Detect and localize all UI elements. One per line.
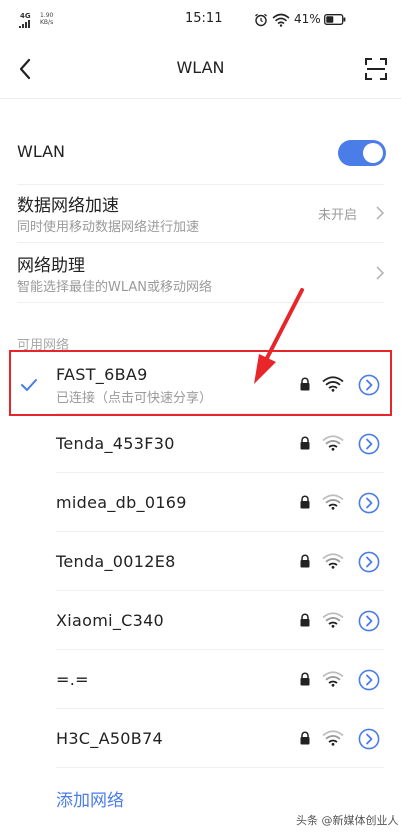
network-details-icon[interactable] <box>358 492 380 514</box>
wifi-signal-icon <box>322 612 344 628</box>
network-row[interactable]: H3C_A50B74 <box>0 709 401 767</box>
chevron-right-icon <box>376 266 385 280</box>
network-name: =.= <box>56 670 89 689</box>
wlan-toggle-label: WLAN <box>17 142 66 161</box>
wlan-toggle-switch[interactable] <box>338 140 386 166</box>
clock: 15:11 <box>185 11 223 26</box>
setting-subtitle: 智能选择最佳的WLAN或移动网络 <box>17 280 213 295</box>
wifi-signal-icon <box>322 435 344 451</box>
alarm-icon <box>255 13 267 27</box>
network-details-icon[interactable] <box>358 610 380 632</box>
wifi-signal-icon <box>322 553 344 569</box>
network-type: 4G <box>20 12 31 20</box>
network-row[interactable]: midea_db_0169 <box>0 473 401 531</box>
watermark: 头条 @新媒体创业人 <box>296 814 399 827</box>
lock-icon <box>300 672 310 686</box>
network-details-icon[interactable] <box>358 669 380 691</box>
scan-qr-icon[interactable] <box>362 55 390 83</box>
top-bar: WLAN <box>0 40 401 98</box>
setting-title: 网络助理 <box>17 256 85 276</box>
network-name: Xiaomi_C340 <box>56 611 165 630</box>
network-name: midea_db_0169 <box>56 493 187 512</box>
network-details-icon[interactable] <box>358 433 380 455</box>
lock-icon <box>300 731 310 745</box>
battery-percent: 41% <box>294 12 321 26</box>
chevron-right-icon <box>376 206 385 220</box>
wifi-signal-icon <box>322 494 344 510</box>
setting-value: 未开启 <box>318 208 358 223</box>
add-network-link[interactable]: 添加网络 <box>56 786 124 811</box>
lock-icon <box>300 495 310 509</box>
network-name: H3C_A50B74 <box>56 729 164 748</box>
network-row[interactable]: Tenda_0012E8 <box>0 532 401 590</box>
signal-icon <box>19 20 30 28</box>
network-name: Tenda_453F30 <box>56 434 175 453</box>
network-speed: 1.90 KB/s <box>40 12 54 26</box>
battery-icon <box>324 14 346 25</box>
network-details-icon[interactable] <box>358 728 380 750</box>
lock-icon <box>300 613 310 627</box>
highlight-box <box>9 350 392 416</box>
divider <box>17 302 384 303</box>
network-row[interactable]: =.= <box>0 650 401 708</box>
lock-icon <box>300 436 310 450</box>
network-details-icon[interactable] <box>358 551 380 573</box>
toggle-knob <box>363 143 383 163</box>
header-divider <box>0 98 401 99</box>
wifi-signal-icon <box>322 671 344 687</box>
divider <box>17 242 384 243</box>
lock-icon <box>300 554 310 568</box>
setting-subtitle: 同时使用移动数据网络进行加速 <box>17 220 200 235</box>
page-title: WLAN <box>176 58 225 77</box>
status-bar: 4G 1.90 KB/s 15:11 41% <box>0 0 401 40</box>
divider <box>17 184 384 185</box>
divider <box>56 767 384 768</box>
network-name: Tenda_0012E8 <box>56 552 176 571</box>
network-row[interactable]: Xiaomi_C340 <box>0 591 401 649</box>
wifi-status-icon <box>272 13 290 27</box>
setting-title: 数据网络加速 <box>17 196 119 216</box>
wifi-signal-icon <box>322 730 344 746</box>
network-row[interactable]: Tenda_453F30 <box>0 414 401 472</box>
